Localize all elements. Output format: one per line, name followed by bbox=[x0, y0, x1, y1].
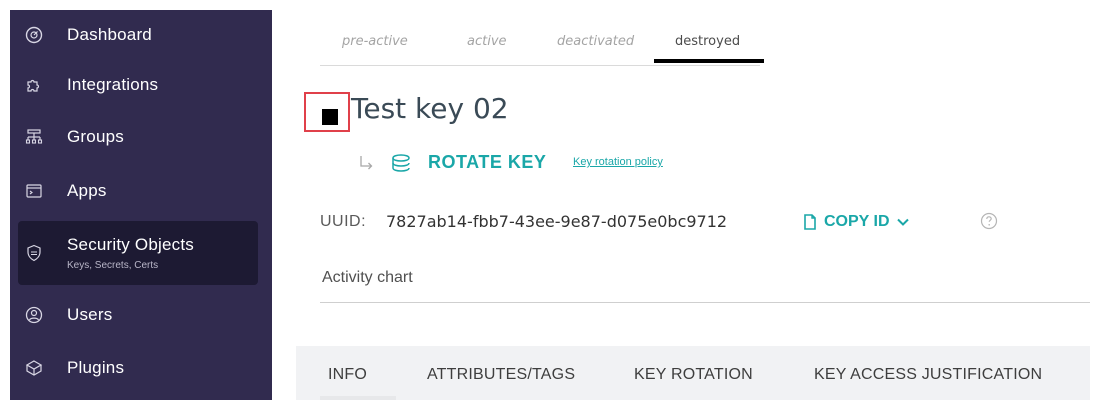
sidebar-item-label: Dashboard bbox=[67, 25, 152, 44]
selected-tab-indicator bbox=[654, 59, 764, 63]
users-icon bbox=[25, 306, 43, 324]
tab-active[interactable]: active bbox=[467, 34, 507, 49]
tab-info[interactable]: INFO bbox=[328, 366, 367, 384]
rotate-key-icon[interactable] bbox=[390, 152, 412, 174]
sidebar-item-label: Apps bbox=[67, 181, 107, 200]
tab-pre-active[interactable]: pre-active bbox=[342, 34, 408, 49]
key-title-row: Test key 02 bbox=[304, 88, 704, 132]
copy-icon bbox=[804, 214, 816, 230]
key-rotation-policy-link[interactable]: Key rotation policy bbox=[573, 156, 663, 168]
activity-chart-section[interactable]: Activity chart bbox=[320, 257, 1090, 303]
tab-destroyed[interactable]: destroyed bbox=[675, 34, 740, 49]
security-objects-icon bbox=[25, 244, 43, 262]
sidebar: Dashboard Integrations Groups Apps Secur… bbox=[10, 10, 272, 400]
rotate-key-button[interactable]: ROTATE KEY bbox=[428, 152, 546, 173]
key-state-marker bbox=[304, 92, 350, 132]
sidebar-item-sublabel: Keys, Secrets, Certs bbox=[67, 260, 159, 271]
chevron-down-icon bbox=[896, 218, 909, 226]
tab-attributes-tags[interactable]: ATTRIBUTES/TAGS bbox=[427, 366, 575, 384]
help-icon[interactable] bbox=[980, 212, 998, 230]
sidebar-item-security-objects[interactable]: Security Objects Keys, Secrets, Certs bbox=[18, 221, 258, 285]
sidebar-item-label: Security Objects bbox=[67, 235, 194, 254]
tab-key-rotation[interactable]: KEY ROTATION bbox=[634, 366, 753, 384]
sidebar-item-label: Users bbox=[67, 305, 113, 324]
apps-icon bbox=[25, 182, 43, 200]
copy-id-label: COPY ID bbox=[824, 213, 890, 230]
uuid-row: UUID: 7827ab14-fbb7-43ee-9e87-d075e0bc97… bbox=[320, 208, 1020, 236]
rotate-key-row: ROTATE KEY Key rotation policy bbox=[358, 150, 798, 176]
sidebar-item-groups[interactable]: Groups bbox=[10, 112, 272, 162]
detail-tabs: INFO ATTRIBUTES/TAGS KEY ROTATION KEY AC… bbox=[296, 346, 1090, 400]
activity-chart-label: Activity chart bbox=[322, 269, 413, 286]
state-filter-tabs: pre-active active deactivated destroyed bbox=[320, 10, 764, 66]
integrations-icon bbox=[25, 76, 43, 94]
selected-tab-indicator bbox=[320, 396, 396, 400]
sidebar-item-label: Integrations bbox=[67, 75, 159, 94]
sidebar-item-apps[interactable]: Apps bbox=[10, 166, 272, 216]
sidebar-item-plugins[interactable]: Plugins bbox=[10, 343, 272, 393]
sidebar-item-integrations[interactable]: Integrations bbox=[10, 60, 272, 110]
destroyed-state-icon bbox=[322, 109, 338, 125]
sidebar-item-label: Groups bbox=[67, 127, 124, 146]
tab-deactivated[interactable]: deactivated bbox=[557, 34, 634, 49]
plugins-icon bbox=[25, 359, 43, 377]
sidebar-item-dashboard[interactable]: Dashboard bbox=[10, 10, 272, 60]
main-content: pre-active active deactivated destroyed … bbox=[272, 10, 1090, 400]
sidebar-item-users[interactable]: Users bbox=[10, 290, 272, 340]
return-arrow-icon bbox=[360, 156, 373, 170]
dashboard-icon bbox=[25, 26, 43, 44]
page-title: Test key 02 bbox=[351, 92, 509, 125]
uuid-label: UUID: bbox=[320, 213, 367, 230]
copy-id-button[interactable]: COPY ID bbox=[802, 210, 910, 234]
uuid-value[interactable]: 7827ab14-fbb7-43ee-9e87-d075e0bc9712 bbox=[380, 208, 780, 236]
sidebar-item-label: Plugins bbox=[67, 358, 125, 377]
tab-key-access-justification[interactable]: KEY ACCESS JUSTIFICATION bbox=[814, 366, 1042, 384]
groups-icon bbox=[25, 128, 43, 146]
